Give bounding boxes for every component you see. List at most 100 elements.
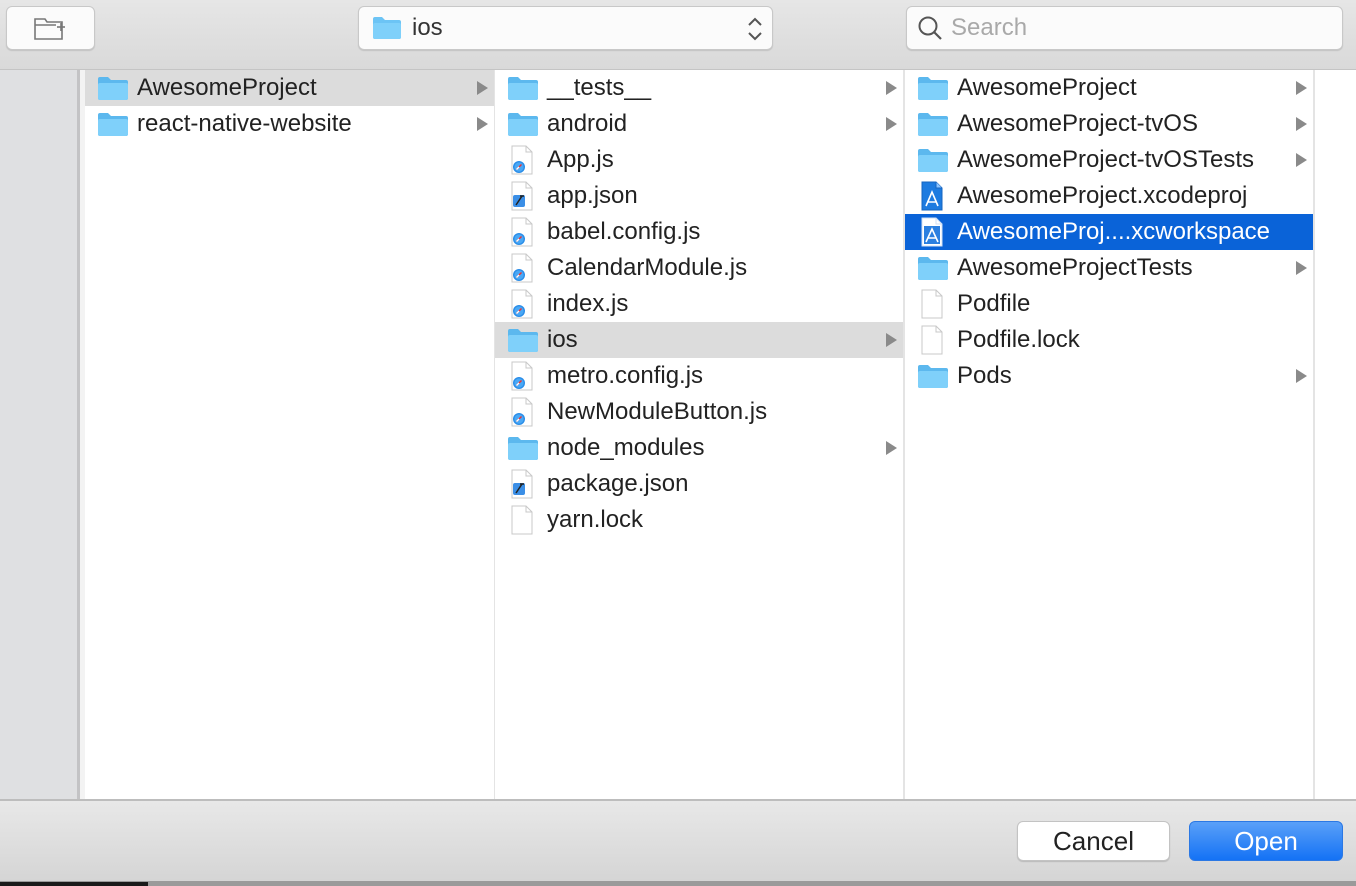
browser-column-3: AwesomeProject AwesomeProject-tvOS Aweso… xyxy=(905,70,1313,799)
disclosure-arrow-icon xyxy=(477,81,488,95)
folder-icon xyxy=(507,111,539,137)
javascript-file-icon xyxy=(507,217,539,247)
document-icon xyxy=(507,505,539,535)
up-down-chevron-icon xyxy=(748,17,762,41)
xcode-project-icon xyxy=(917,181,949,211)
file-row[interactable]: App.js xyxy=(495,142,903,178)
file-row[interactable]: package.json xyxy=(495,466,903,502)
javascript-file-icon xyxy=(507,397,539,427)
file-name: index.js xyxy=(547,290,629,317)
file-name: metro.config.js xyxy=(547,362,704,389)
file-name: babel.config.js xyxy=(547,218,701,245)
file-name: Podfile.lock xyxy=(957,326,1080,353)
file-name: Podfile xyxy=(957,290,1031,317)
folder-row[interactable]: __tests__ xyxy=(495,70,903,106)
document-icon xyxy=(917,289,949,319)
javascript-file-icon xyxy=(507,253,539,283)
file-name: Pods xyxy=(957,362,1012,389)
javascript-file-icon xyxy=(507,361,539,391)
folder-icon xyxy=(373,17,401,39)
folder-icon xyxy=(917,147,949,173)
file-row[interactable]: metro.config.js xyxy=(495,358,903,394)
folder-icon xyxy=(507,327,539,353)
folder-icon xyxy=(507,435,539,461)
folder-row[interactable]: Pods xyxy=(905,358,1313,394)
disclosure-arrow-icon xyxy=(886,117,897,131)
location-popup[interactable]: ios xyxy=(358,6,773,50)
open-button[interactable]: Open xyxy=(1189,821,1343,861)
sidebar xyxy=(0,70,77,799)
file-name: ios xyxy=(547,326,578,353)
location-label: ios xyxy=(412,14,443,41)
file-name: yarn.lock xyxy=(547,506,644,533)
folder-row[interactable]: AwesomeProject-tvOSTests xyxy=(905,142,1313,178)
disclosure-arrow-icon xyxy=(886,81,897,95)
file-name: AwesomeProject xyxy=(957,74,1137,101)
file-name: AwesomeProject.xcodeproj xyxy=(957,182,1248,209)
file-name: package.json xyxy=(547,470,689,497)
file-row[interactable]: Podfile.lock xyxy=(905,322,1313,358)
folder-row[interactable]: ios xyxy=(495,322,903,358)
javascript-file-icon xyxy=(507,145,539,175)
folder-icon xyxy=(97,75,129,101)
file-name: CalendarModule.js xyxy=(547,254,748,281)
new-folder-button[interactable] xyxy=(6,6,95,50)
browser-column-4 xyxy=(1315,70,1356,799)
file-name: android xyxy=(547,110,628,137)
browser-column-2: __tests__ android App.js app.json babel.… xyxy=(495,70,903,799)
disclosure-arrow-icon xyxy=(1296,369,1307,383)
file-name: AwesomeProj....xcworkspace xyxy=(957,218,1271,245)
search-field[interactable] xyxy=(906,6,1343,50)
file-name: NewModuleButton.js xyxy=(547,398,768,425)
file-name: AwesomeProject-tvOS xyxy=(957,110,1198,137)
window-bottom-edge xyxy=(0,881,1356,886)
json-file-icon xyxy=(507,469,539,499)
disclosure-arrow-icon xyxy=(886,441,897,455)
file-row[interactable]: NewModuleButton.js xyxy=(495,394,903,430)
folder-icon xyxy=(97,111,129,137)
file-row[interactable]: index.js xyxy=(495,286,903,322)
file-name: app.json xyxy=(547,182,638,209)
file-name: react-native-website xyxy=(137,110,352,137)
folder-icon xyxy=(917,111,949,137)
folder-row[interactable]: AwesomeProjectTests xyxy=(905,250,1313,286)
folder-row[interactable]: AwesomeProject xyxy=(85,70,494,106)
new-folder-icon xyxy=(33,18,65,40)
file-row[interactable]: CalendarModule.js xyxy=(495,250,903,286)
search-icon xyxy=(918,16,942,40)
disclosure-arrow-icon xyxy=(1296,153,1307,167)
search-input[interactable] xyxy=(951,14,1331,42)
folder-row[interactable]: AwesomeProject xyxy=(905,70,1313,106)
disclosure-arrow-icon xyxy=(1296,261,1307,275)
folder-icon xyxy=(917,363,949,389)
file-row[interactable]: AwesomeProj....xcworkspace xyxy=(905,214,1313,250)
file-row[interactable]: AwesomeProject.xcodeproj xyxy=(905,178,1313,214)
disclosure-arrow-icon xyxy=(1296,117,1307,131)
file-row[interactable]: Podfile xyxy=(905,286,1313,322)
file-name: AwesomeProjectTests xyxy=(957,254,1193,281)
file-row[interactable]: app.json xyxy=(495,178,903,214)
file-name: AwesomeProject xyxy=(137,74,317,101)
xcode-workspace-icon xyxy=(917,217,949,247)
disclosure-arrow-icon xyxy=(477,117,488,131)
browser-column-1: AwesomeProject react-native-website xyxy=(85,70,494,799)
disclosure-arrow-icon xyxy=(1296,81,1307,95)
folder-icon xyxy=(507,75,539,101)
file-row[interactable]: babel.config.js xyxy=(495,214,903,250)
folder-row[interactable]: react-native-website xyxy=(85,106,494,142)
document-icon xyxy=(917,325,949,355)
folder-row[interactable]: android xyxy=(495,106,903,142)
file-name: node_modules xyxy=(547,434,705,461)
folder-row[interactable]: node_modules xyxy=(495,430,903,466)
file-row[interactable]: yarn.lock xyxy=(495,502,903,538)
file-name: __tests__ xyxy=(547,74,652,101)
javascript-file-icon xyxy=(507,289,539,319)
file-name: App.js xyxy=(547,146,614,173)
file-name: AwesomeProject-tvOSTests xyxy=(957,146,1254,173)
folder-row[interactable]: AwesomeProject-tvOS xyxy=(905,106,1313,142)
folder-icon xyxy=(917,75,949,101)
cancel-button[interactable]: Cancel xyxy=(1017,821,1170,861)
folder-icon xyxy=(917,255,949,281)
toolbar: ios xyxy=(0,0,1356,70)
json-file-icon xyxy=(507,181,539,211)
